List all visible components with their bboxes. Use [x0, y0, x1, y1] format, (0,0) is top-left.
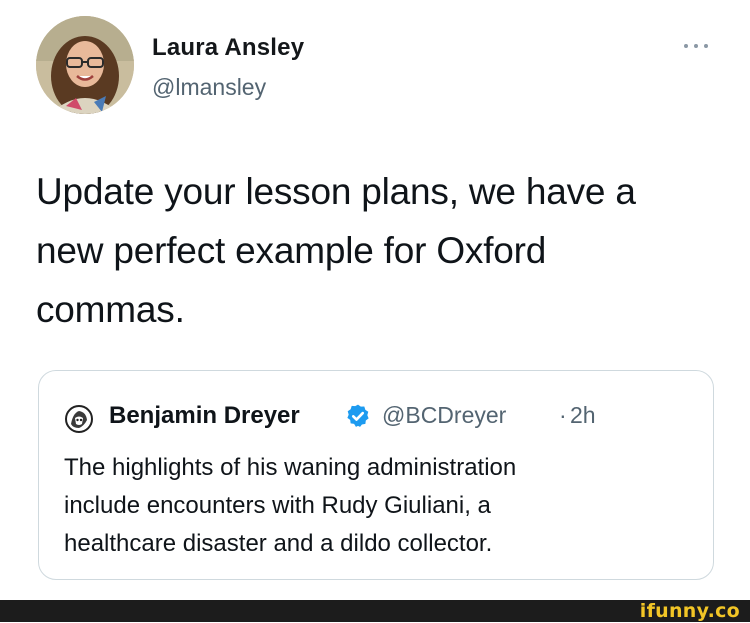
quoted-author-name[interactable]: Benjamin Dreyer — [109, 402, 300, 430]
dot — [704, 44, 708, 48]
quoted-author-handle[interactable]: @BCDreyer — [382, 402, 506, 429]
dot — [684, 44, 688, 48]
avatar-illustration-icon — [64, 404, 94, 434]
meta-separator: · — [559, 402, 567, 428]
tweet-text-line: new perfect example for Oxford — [36, 230, 547, 271]
dot — [694, 44, 698, 48]
quoted-timestamp[interactable]: 2h — [570, 402, 596, 429]
quoted-tweet-text: The highlights of his waning administrat… — [64, 449, 684, 563]
author-avatar[interactable] — [36, 16, 134, 114]
quoted-tweet-card[interactable]: Benjamin Dreyer @BCDreyer · 2h The highl… — [38, 370, 714, 580]
tweet-text-line: Update your lesson plans, we have a — [36, 171, 636, 212]
tweet-text-line: commas. — [36, 289, 185, 330]
avatar-photo-icon — [36, 16, 134, 114]
ifunny-watermark: ifunny.co — [639, 600, 740, 622]
quoted-author-avatar[interactable] — [64, 404, 94, 434]
author-name[interactable]: Laura Ansley — [152, 34, 304, 62]
verified-badge-icon — [347, 404, 369, 427]
tweet-text: Update your lesson plans, we have a new … — [36, 162, 716, 339]
quoted-text-line: healthcare disaster and a dildo collecto… — [64, 530, 493, 557]
author-handle[interactable]: @lmansley — [152, 74, 266, 101]
more-options-icon[interactable] — [676, 35, 716, 55]
watermark-bar: ifunny.co — [0, 600, 750, 622]
quoted-text-line: include encounters with Rudy Giuliani, a — [64, 492, 491, 519]
quoted-text-line: The highlights of his waning administrat… — [64, 454, 517, 481]
tweet: Laura Ansley @lmansley Update your lesso… — [0, 0, 750, 600]
